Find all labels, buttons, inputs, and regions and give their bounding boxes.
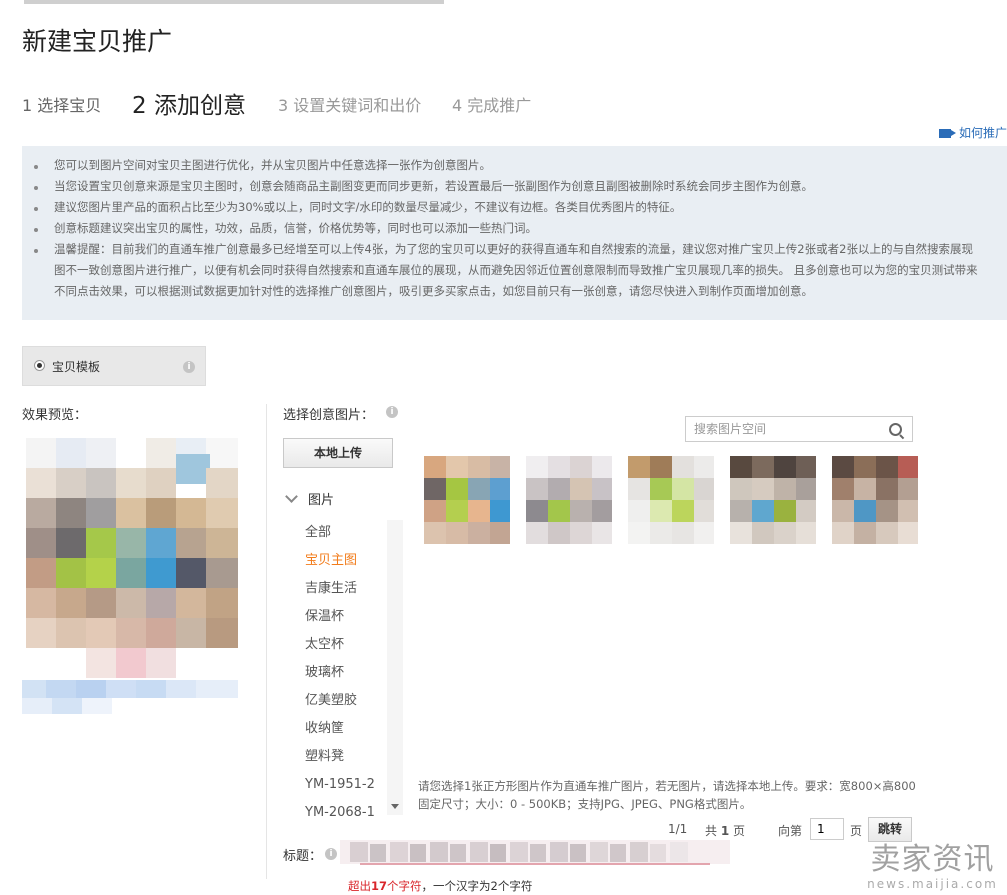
tips-panel: 您可以到图片空间对宝贝主图进行优化，并从宝贝图片中任意选择一张作为创意图片。 当… [22, 146, 1007, 320]
tree-scrollbar[interactable] [387, 520, 403, 815]
error-count: 17 [371, 879, 388, 893]
tree-item-main-images[interactable]: 宝贝主图 [305, 547, 375, 575]
tip-item: 温馨提醒：目前我们的直通车推广创意最多已经增至可以上传4张，为了您的宝贝可以更好… [34, 239, 1007, 260]
scroll-down-arrow-icon[interactable] [391, 804, 399, 809]
tip-item: 您可以到图片空间对宝贝主图进行优化，并从宝贝图片中任意选择一张作为创意图片。 [34, 155, 1007, 176]
tree-item[interactable]: 太空杯 [305, 631, 375, 659]
jump-button[interactable]: 跳转 [868, 817, 912, 842]
template-option-label: 宝贝模板 [52, 360, 101, 374]
help-link[interactable]: 如何推广 [938, 124, 1007, 141]
chevron-down-icon [285, 490, 298, 503]
tree-item[interactable]: 收纳筐 [305, 715, 375, 743]
upload-requirements-hint: 请您选择1张正方形图片作为直通车推广图片，若无图片，请选择本地上传。要求：宽80… [418, 779, 916, 811]
tree-item[interactable]: 吉康生活 [305, 575, 375, 603]
help-link-label: 如何推广 [958, 126, 1007, 140]
tip-item: 当您设置宝贝创意来源是宝贝主图时，创意会随商品主副图变更而同步更新，若设置最后一… [34, 176, 1007, 197]
radio-selected-icon[interactable] [34, 360, 45, 371]
watermark-url: news.maijia.com [867, 877, 998, 891]
title-length-error: 超出17个字符，一个汉字为2个字符 [348, 878, 532, 894]
creative-title-field[interactable] [340, 836, 730, 868]
tips-list: 您可以到图片空间对宝贝主图进行优化，并从宝贝图片中任意选择一张作为创意图片。 当… [22, 146, 1007, 260]
select-creative-label-text: 选择创意图片： [283, 408, 375, 423]
pager-total-suffix: 页 [733, 824, 746, 838]
local-upload-button[interactable]: 本地上传 [283, 438, 393, 468]
page-number-input[interactable] [810, 818, 844, 840]
error-unit: 个字符 [387, 879, 422, 893]
tree-root-images[interactable]: 图片 [283, 489, 334, 508]
step-complete: 4 完成推广 [452, 96, 532, 115]
info-icon[interactable]: i [325, 848, 337, 860]
column-divider [266, 404, 267, 879]
image-thumbnail[interactable] [628, 456, 714, 544]
tip-continuation: 图不一致创意图片进行推广，以便有机会同时获得自然搜索和直通车展位的展现，从而避免… [54, 263, 978, 277]
preview-label: 效果预览： [22, 408, 88, 423]
preview-image [22, 438, 238, 718]
tree-item[interactable]: 保温杯 [305, 603, 375, 631]
image-thumbnail[interactable] [526, 456, 612, 544]
top-cropped-strip [0, 0, 1007, 6]
image-thumbnail[interactable] [424, 456, 510, 544]
step-keywords-bid: 3 设置关键词和出价 [278, 96, 422, 115]
image-space-search[interactable] [685, 416, 913, 442]
title-label-text: 标题： [283, 849, 323, 864]
tree-item[interactable]: YM-2068-1 [305, 799, 375, 827]
tree-root-label: 图片 [308, 493, 335, 508]
pixelated-thumbnail [424, 456, 510, 544]
image-thumbnail[interactable] [832, 456, 918, 544]
select-creative-label: 选择创意图片： [283, 404, 374, 423]
pager-current: 1/1 [668, 822, 688, 836]
template-option[interactable]: 宝贝模板 i [22, 346, 206, 386]
tip-continuation: 不同点击效果，可以根据测试数据更加针对性的选择推广创意图片，吸引更多买家点击，如… [54, 284, 813, 298]
tree-item[interactable]: 塑料凳 [305, 743, 375, 771]
pixelated-thumbnail [730, 456, 816, 544]
step-select-item: 1 选择宝贝 [22, 96, 102, 115]
tree-item[interactable]: YM-1951-2 [305, 771, 375, 799]
image-thumbnail[interactable] [730, 456, 816, 544]
tree-item-all[interactable]: 全部 [305, 519, 375, 547]
title-label: 标题： [283, 845, 322, 864]
pager-goto-prefix: 向第 [778, 824, 803, 838]
page-title: 新建宝贝推广 [22, 27, 173, 56]
search-icon[interactable] [889, 423, 902, 436]
pixelated-thumbnail [526, 456, 612, 544]
tree-item[interactable]: 亿美塑胶 [305, 687, 375, 715]
info-icon[interactable]: i [386, 406, 398, 418]
pixelated-preview [22, 438, 238, 718]
pixelated-thumbnail [628, 456, 714, 544]
search-input[interactable] [686, 417, 898, 441]
step-add-creative: 2 添加创意 [132, 93, 246, 119]
tip-item: 创意标题建议突出宝贝的属性，功效，品质，信誉，价格优势等，同时也可以添加一些热门… [34, 218, 1007, 239]
error-note: ，一个汉字为2个字符 [421, 879, 533, 893]
pixelated-thumbnail [832, 456, 918, 544]
info-icon[interactable]: i [183, 361, 195, 373]
tip-item: 建议您图片里产品的面积占比至少为30%或以上，同时文字/水印的数量尽量减少，不建… [34, 197, 1007, 218]
tree-item[interactable]: 玻璃杯 [305, 659, 375, 687]
watermark-title: 卖家资讯 [870, 842, 995, 877]
error-prefix: 超出 [348, 879, 371, 893]
image-folder-tree: 全部 宝贝主图 吉康生活 保温杯 太空杯 玻璃杯 亿美塑胶 收纳筐 塑料凳 YM… [305, 519, 375, 827]
pager-goto-suffix: 页 [850, 824, 863, 838]
title-input[interactable] [340, 836, 730, 868]
video-camera-icon [938, 129, 956, 138]
site-watermark: 卖家资讯 news.maijia.com [858, 842, 1007, 892]
